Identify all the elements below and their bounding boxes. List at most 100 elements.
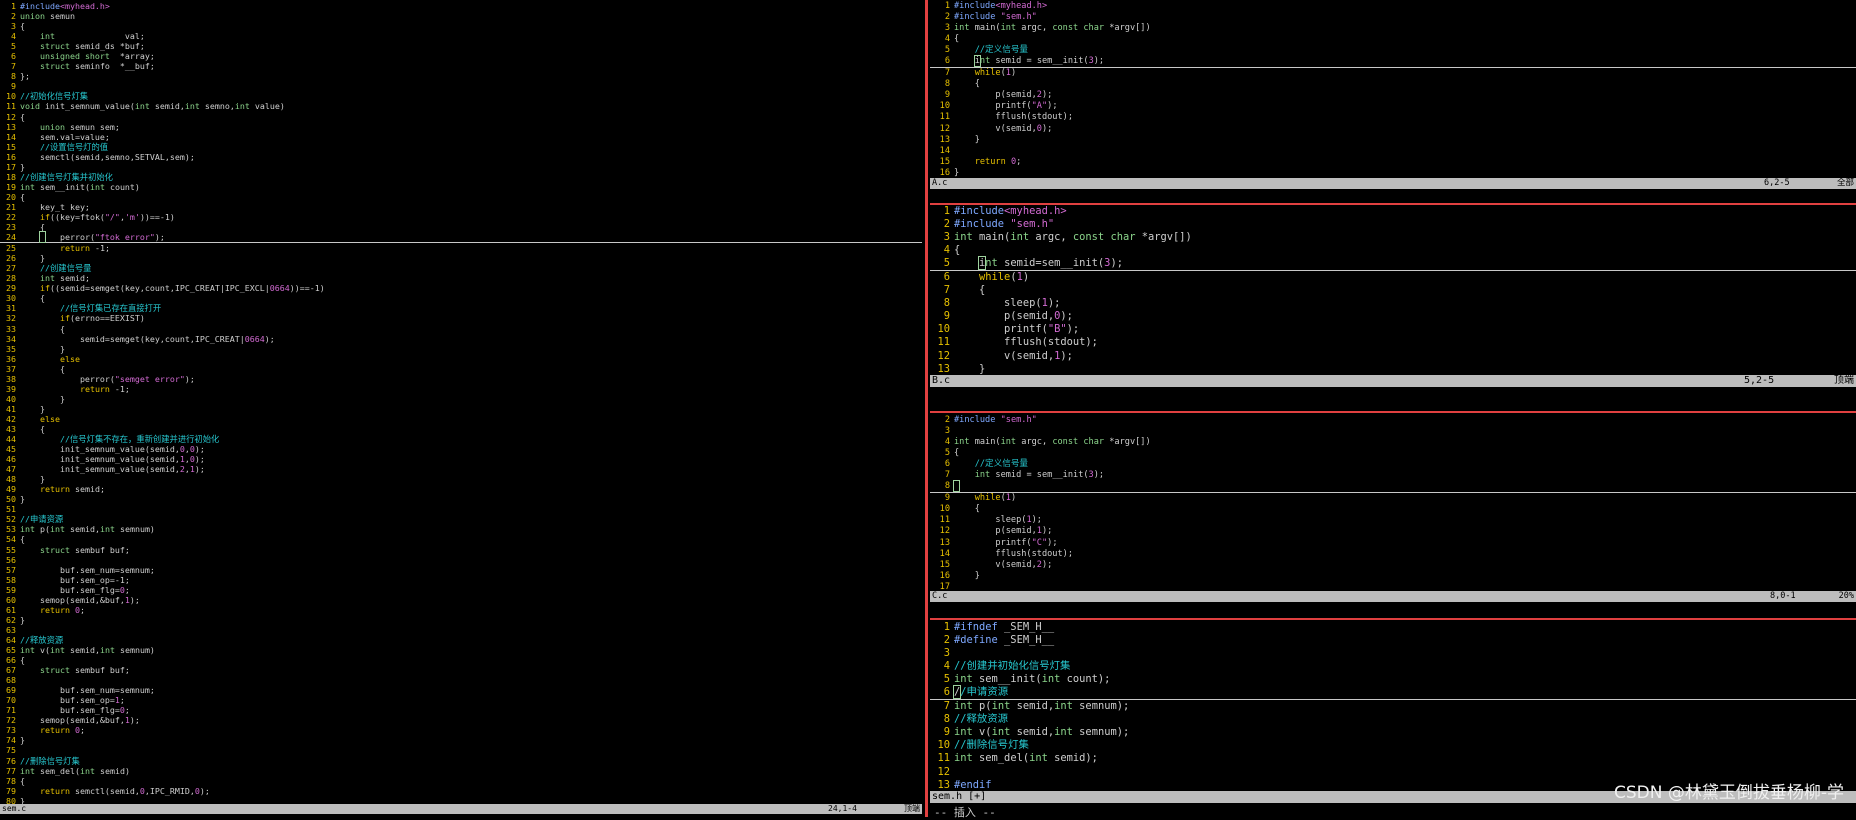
code-line[interactable]: 18 //创建信号灯集并初始化 bbox=[0, 172, 922, 182]
code-line[interactable]: 5 //定义信号量 bbox=[930, 45, 1856, 56]
code-line[interactable]: 6 //定义信号量 bbox=[930, 459, 1856, 470]
code-line[interactable]: 12 v(semid,1); bbox=[930, 350, 1856, 363]
code-line[interactable]: 13 } bbox=[930, 135, 1856, 146]
code-line[interactable]: 41 } bbox=[0, 404, 922, 414]
code-line[interactable]: 9 p(semid,2); bbox=[930, 90, 1856, 101]
code-line[interactable]: 74} bbox=[0, 735, 922, 745]
code-line[interactable]: 33 { bbox=[0, 324, 922, 334]
code-line[interactable]: 30 { bbox=[0, 293, 922, 303]
code-line[interactable]: 1 #include<myhead.h> bbox=[0, 1, 922, 11]
vertical-split-separator[interactable] bbox=[922, 0, 930, 817]
code-line[interactable]: 44 //信号灯集不存在，重新创建并进行初始化 bbox=[0, 434, 922, 444]
code-line[interactable]: 8}; bbox=[0, 71, 922, 81]
code-line[interactable]: 47 init_semnum_value(semid,2,1); bbox=[0, 464, 922, 474]
code-line[interactable]: 11 fflush(stdout); bbox=[930, 112, 1856, 123]
code-line[interactable]: 2 #include "sem.h" bbox=[930, 415, 1856, 426]
code-line[interactable]: 16 } bbox=[930, 571, 1856, 582]
code-line[interactable]: 4 int val; bbox=[0, 31, 922, 41]
code-line-current[interactable]: 8 bbox=[930, 480, 1856, 494]
code-line[interactable]: 29 if((semid=semget(key,count,IPC_CREAT|… bbox=[0, 283, 922, 293]
code-line[interactable]: 6 unsigned short *array; bbox=[0, 51, 922, 61]
code-line[interactable]: 10 { bbox=[930, 504, 1856, 515]
code-line[interactable]: 11 sleep(1); bbox=[930, 515, 1856, 526]
code-line[interactable]: 14 fflush(stdout); bbox=[930, 549, 1856, 560]
code-line[interactable]: 62} bbox=[0, 615, 922, 625]
code-line[interactable]: 69 buf.sem_num=semnum; bbox=[0, 685, 922, 695]
code-line[interactable]: 32 if(errno==EEXIST) bbox=[0, 313, 922, 323]
code-line[interactable]: 49 return semid; bbox=[0, 484, 922, 494]
code-line[interactable]: 79 return semctl(semid,0,IPC_RMID,0); bbox=[0, 786, 922, 796]
code-line[interactable]: 54 { bbox=[0, 534, 922, 544]
code-line[interactable]: 5{ bbox=[930, 448, 1856, 459]
code-line[interactable]: 3 bbox=[930, 426, 1856, 437]
code-line[interactable]: 5 struct semid_ds *buf; bbox=[0, 41, 922, 51]
code-area[interactable]: 1 #ifndef _SEM_H__ 2 #define _SEM_H__ 3 4 //创建… bbox=[930, 621, 1856, 804]
code-line-current[interactable]: 6//申请资源 bbox=[930, 685, 1856, 701]
code-line[interactable]: 15 //设置信号灯的值 bbox=[0, 142, 922, 152]
code-line[interactable]: 8 //释放资源 bbox=[930, 713, 1856, 726]
code-line[interactable]: 9 int v(int semid,int semnum); bbox=[930, 726, 1856, 739]
code-line[interactable]: 50} bbox=[0, 494, 922, 504]
code-line[interactable]: 48 } bbox=[0, 474, 922, 484]
code-line[interactable]: 71 buf.sem_flg=0; bbox=[0, 705, 922, 715]
code-line[interactable]: 15 v(semid,2); bbox=[930, 560, 1856, 571]
code-line[interactable]: 52 //申请资源 bbox=[0, 514, 922, 524]
code-line[interactable]: 60 semop(semid,&buf,1); bbox=[0, 595, 922, 605]
code-line[interactable]: 12 v(semid,0); bbox=[930, 124, 1856, 135]
code-line[interactable]: 12 { bbox=[0, 112, 922, 122]
code-line[interactable]: 65 int v(int semid,int semnum) bbox=[0, 645, 922, 655]
code-area[interactable]: 1 #include<myhead.h> 2 #include "sem.h" 3 int… bbox=[930, 205, 1856, 388]
code-line[interactable]: 9 p(semid,0); bbox=[930, 310, 1856, 323]
code-line[interactable]: 4 int main(int argc, const char *argv[]) bbox=[930, 437, 1856, 448]
code-line[interactable]: 36 else bbox=[0, 354, 922, 364]
code-line[interactable]: 9 bbox=[0, 81, 922, 91]
code-line[interactable]: 67 struct sembuf buf; bbox=[0, 665, 922, 675]
code-line[interactable]: 9 while(1) bbox=[930, 493, 1856, 504]
code-line[interactable]: 39 return -1; bbox=[0, 384, 922, 394]
code-line[interactable]: 22 if((key=ftok("/",'m'))==-1) bbox=[0, 212, 922, 222]
code-line[interactable]: 73 return 0; bbox=[0, 725, 922, 735]
code-line[interactable]: 10 //初始化信号灯集 bbox=[0, 91, 922, 101]
code-line[interactable]: 15 return 0; bbox=[930, 157, 1856, 168]
code-line[interactable]: 58 buf.sem_op=-1; bbox=[0, 575, 922, 585]
code-line[interactable]: 13 } bbox=[930, 363, 1856, 376]
code-line[interactable]: 1 #include<myhead.h> bbox=[930, 1, 1856, 12]
code-line[interactable]: 10 //删除信号灯集 bbox=[930, 739, 1856, 752]
code-line[interactable]: 72 semop(semid,&buf,1); bbox=[0, 715, 922, 725]
code-line[interactable]: 11 fflush(stdout); bbox=[930, 336, 1856, 349]
code-line[interactable]: 68 bbox=[0, 675, 922, 685]
code-line[interactable]: 3 int main(int argc, const char *argv[]) bbox=[930, 231, 1856, 244]
code-line[interactable]: 78 { bbox=[0, 776, 922, 786]
code-line[interactable]: 3 int main(int argc, const char *argv[]) bbox=[930, 23, 1856, 34]
code-line[interactable]: 64 //释放资源 bbox=[0, 635, 922, 645]
code-line[interactable]: 8 sleep(1); bbox=[930, 297, 1856, 310]
code-line[interactable]: 10 printf("B"); bbox=[930, 323, 1856, 336]
editor-window-c-c[interactable]: 2 #include "sem.h" 3 4 int main(int argc, co… bbox=[930, 413, 1856, 603]
code-line[interactable]: 75 bbox=[0, 745, 922, 755]
code-line[interactable]: 57 buf.sem_num=semnum; bbox=[0, 565, 922, 575]
code-line[interactable]: 27 //创建信号量 bbox=[0, 263, 922, 273]
code-line[interactable]: 46 init_semnum_value(semid,1,0); bbox=[0, 454, 922, 464]
code-line[interactable]: 4{ bbox=[930, 34, 1856, 45]
code-line[interactable]: 53 int p(int semid,int semnum) bbox=[0, 524, 922, 534]
code-line[interactable]: 7 struct seminfo *__buf; bbox=[0, 61, 922, 71]
editor-window-b-c[interactable]: 1 #include<myhead.h> 2 #include "sem.h" 3 int… bbox=[930, 205, 1856, 388]
code-line[interactable]: 12 p(semid,1); bbox=[930, 526, 1856, 537]
code-line[interactable]: 23 { bbox=[0, 222, 922, 232]
code-line[interactable]: 14 sem.val=value; bbox=[0, 132, 922, 142]
code-line[interactable]: 14 bbox=[930, 146, 1856, 157]
code-line[interactable]: 34 semid=semget(key,count,IPC_CREAT|0664… bbox=[0, 334, 922, 344]
code-line[interactable]: 26 } bbox=[0, 253, 922, 263]
code-line[interactable]: 42 else bbox=[0, 414, 922, 424]
code-line[interactable]: 21 key_t key; bbox=[0, 202, 922, 212]
code-line[interactable]: 2 #include "sem.h" bbox=[930, 218, 1856, 231]
code-line[interactable]: 2 union semun bbox=[0, 11, 922, 21]
code-line[interactable]: 40 } bbox=[0, 394, 922, 404]
code-line[interactable]: 4{ bbox=[930, 244, 1856, 257]
code-line[interactable]: 13 printf("C"); bbox=[930, 538, 1856, 549]
code-line[interactable]: 5 int sem__init(int count); bbox=[930, 673, 1856, 686]
code-line[interactable]: 11 int sem_del(int semid); bbox=[930, 752, 1856, 765]
code-line[interactable]: 19 int sem__init(int count) bbox=[0, 182, 922, 192]
code-line[interactable]: 31 //信号灯集已存在直接打开 bbox=[0, 303, 922, 313]
code-line[interactable]: 3 bbox=[930, 647, 1856, 660]
